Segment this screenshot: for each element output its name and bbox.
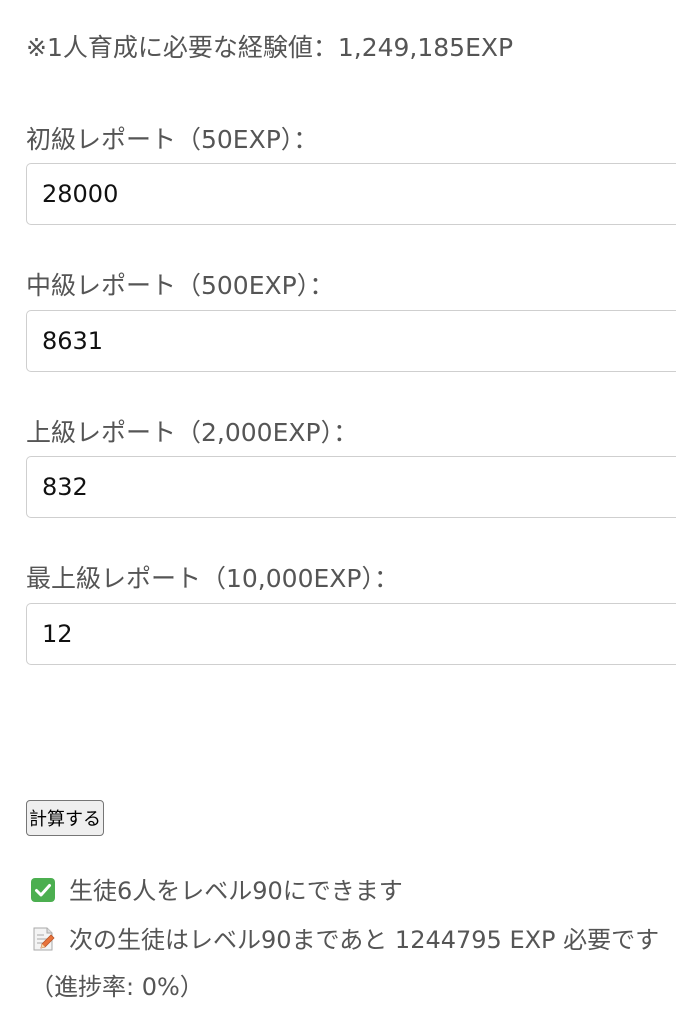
calculate-button[interactable]: 計算する [26, 800, 104, 836]
memo-icon [33, 927, 55, 951]
intermediate-report-label: 中級レポート（500EXP）： [26, 271, 335, 300]
basic-report-label: 初級レポート（50EXP）： [26, 125, 319, 154]
next-student-result: 次の生徒はレベル90まであと 1244795 EXP 必要です [30, 923, 659, 957]
advanced-report-label: 上級レポート（2,000EXP）： [26, 418, 359, 447]
advanced-report-input[interactable] [26, 456, 676, 518]
next-student-result-text: 次の生徒はレベル90まであと 1244795 EXP 必要です [69, 926, 660, 954]
progress-rate: （進捗率: 0%） [30, 973, 204, 1001]
superior-report-input[interactable] [26, 603, 676, 665]
intermediate-report-input[interactable] [26, 310, 676, 372]
students-result: 生徒6人をレベル90にできます [30, 874, 403, 908]
required-exp-note: ※1人育成に必要な経験値：1,249,185EXP [26, 33, 514, 62]
check-mark-icon [31, 878, 55, 902]
students-result-text: 生徒6人をレベル90にできます [69, 877, 403, 905]
superior-report-label: 最上級レポート（10,000EXP）： [26, 564, 399, 593]
basic-report-input[interactable] [26, 163, 676, 225]
